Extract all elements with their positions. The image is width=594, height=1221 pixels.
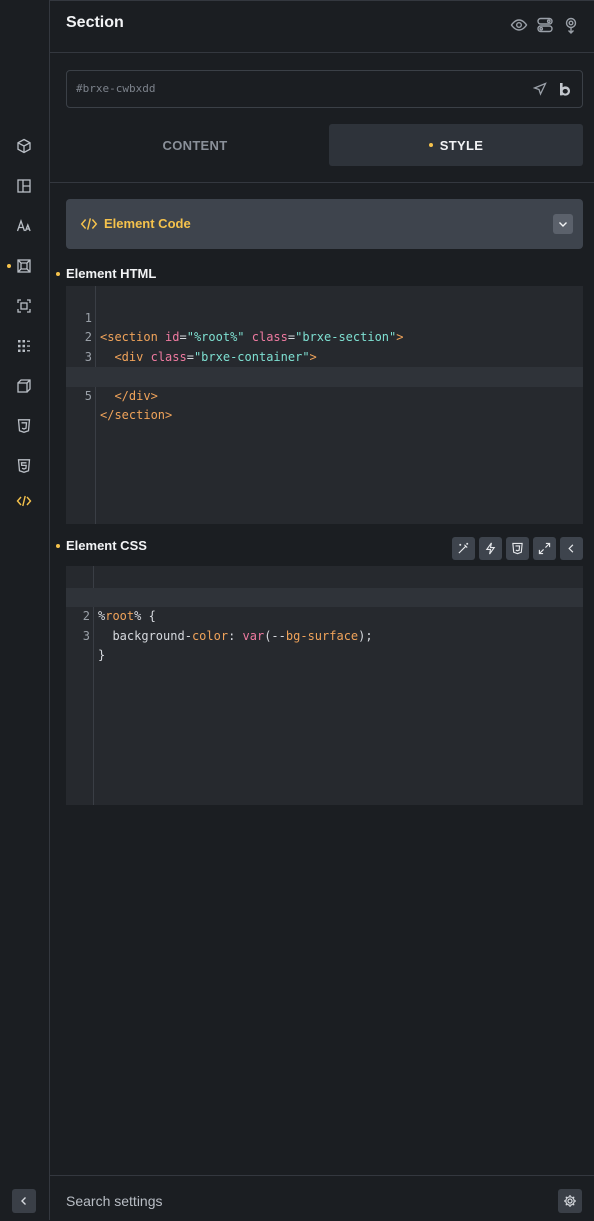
modified-dot: [56, 544, 60, 548]
panel-footer: [50, 1175, 594, 1221]
code-icon[interactable]: [12, 489, 36, 513]
divider: [50, 182, 594, 183]
css-reference-button[interactable]: [506, 537, 529, 560]
group-title: Element Code: [104, 216, 191, 231]
panel-header: Section: [50, 0, 594, 53]
panel-tabs: CONTENT STYLE: [66, 124, 583, 166]
code-line: 1 <section id="%root%" class="brxe-secti…: [66, 289, 583, 345]
tab-active-dot: [428, 143, 433, 147]
css-editor-toolbar: [452, 537, 583, 560]
line-number: 3: [82, 628, 90, 643]
collapse-panel-button[interactable]: [12, 1189, 36, 1213]
code-line-active: 5 </section>: [66, 367, 583, 422]
toggle-settings-icon[interactable]: [535, 15, 555, 35]
settings-button[interactable]: [558, 1189, 582, 1213]
page-title: Section: [66, 14, 124, 31]
active-indicator-dot: [7, 264, 11, 268]
code-line-text: </section>: [100, 408, 173, 422]
code-line: 2 <div class="brxe-container">: [66, 309, 583, 364]
element-id-field[interactable]: #brxe-cwbxdd: [66, 70, 583, 108]
code-line: 3 <h3 class="brxe-heading">I am a headin…: [66, 328, 583, 384]
search-settings-input[interactable]: [66, 1193, 506, 1209]
code-line: 4 </div>: [66, 348, 583, 403]
eye-icon[interactable]: [509, 15, 529, 35]
css3-icon: [512, 542, 523, 555]
code-line-text: }: [98, 648, 106, 662]
element-css-label: Element CSS: [56, 538, 147, 553]
format-code-button[interactable]: [452, 537, 475, 560]
bricks-logo-icon[interactable]: [556, 80, 574, 98]
grid-icon[interactable]: [12, 334, 36, 358]
tab-content[interactable]: CONTENT: [66, 124, 324, 166]
group-collapse-toggle[interactable]: [553, 214, 573, 234]
chevron-left-icon: [21, 1197, 26, 1205]
tab-content-label: CONTENT: [162, 137, 228, 153]
cursor-icon[interactable]: [531, 80, 549, 98]
chevron-down-icon: [559, 222, 567, 227]
border-icon[interactable]: [12, 254, 36, 278]
element-css-label-text: Element CSS: [66, 538, 147, 553]
html5-icon[interactable]: [12, 454, 36, 478]
html-code-editor[interactable]: 1 <section id="%root%" class="brxe-secti…: [66, 286, 583, 524]
typography-icon[interactable]: [12, 214, 36, 238]
quick-action-button[interactable]: [479, 537, 502, 560]
code-line: 1 %root% {: [66, 568, 583, 624]
code-line: 3 }: [66, 607, 583, 663]
settings-panel: Section #brxe-cwbxdd CONTENT STYLE Eleme…: [50, 0, 594, 1220]
css3-icon[interactable]: [12, 414, 36, 438]
interaction-icon[interactable]: [561, 15, 581, 35]
element-html-label: Element HTML: [56, 266, 157, 281]
gear-icon: [564, 1195, 576, 1207]
element-id-value: #brxe-cwbxdd: [76, 82, 156, 95]
code-line-text: background-color: var(--bg-surface);: [112, 628, 373, 643]
layout-icon[interactable]: [12, 174, 36, 198]
element-code-group-header[interactable]: Element Code: [66, 199, 583, 249]
expand-icon: [538, 542, 551, 555]
code-line-active: 2 background-color: var(--bg-surface);: [66, 587, 583, 643]
magic-wand-icon: [458, 542, 469, 554]
tab-style-label: STYLE: [439, 137, 484, 153]
chevron-left-icon: [568, 544, 574, 553]
line-number: 5: [84, 388, 92, 403]
lightning-icon: [485, 542, 496, 555]
spacing-icon[interactable]: [12, 294, 36, 318]
tab-style[interactable]: STYLE: [329, 124, 583, 166]
left-rail: [0, 0, 50, 1220]
expand-editor-button[interactable]: [533, 537, 556, 560]
code-icon: [80, 218, 98, 230]
modified-dot: [56, 272, 60, 276]
collapse-toolbar-button[interactable]: [560, 537, 583, 560]
cube-icon[interactable]: [12, 134, 36, 158]
transform-icon[interactable]: [12, 374, 36, 398]
css-code-editor[interactable]: 1 %root% { 2 background-color: var(--bg-…: [66, 566, 583, 805]
element-html-label-text: Element HTML: [66, 266, 157, 281]
